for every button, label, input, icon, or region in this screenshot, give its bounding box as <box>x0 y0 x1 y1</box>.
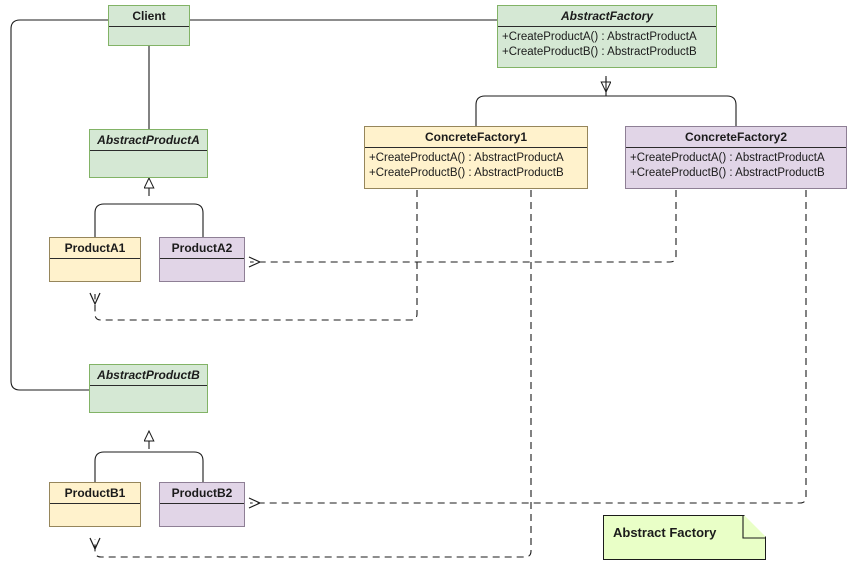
class-members-abstractproducta <box>90 151 207 177</box>
class-name-concretefactory2: ConcreteFactory2 <box>626 127 846 148</box>
class-name-abstractproducta: AbstractProductA <box>90 130 207 151</box>
class-members-abstractproductb <box>90 386 207 412</box>
edge-dep-concretefactory2-productb2 <box>248 190 807 509</box>
class-name-productb2: ProductB2 <box>160 483 244 504</box>
member-line: +CreateProductB() : AbstractProductB <box>369 167 564 179</box>
class-members-client <box>109 27 189 53</box>
class-name-abstractfactory: AbstractFactory <box>498 6 716 27</box>
class-box-productb1[interactable]: ProductB1 <box>49 482 141 527</box>
member-line: +CreateProductA() : AbstractProductA <box>369 152 564 164</box>
member-line: +CreateProductB() : AbstractProductB <box>630 167 825 179</box>
member-line: +CreateProductA() : AbstractProductA <box>630 152 825 164</box>
class-box-client[interactable]: Client <box>108 5 190 46</box>
class-box-abstractproductb[interactable]: AbstractProductB <box>89 364 208 413</box>
member-line: +CreateProductB() : AbstractProductB <box>502 46 697 58</box>
note-fold-corner-icon <box>744 515 766 537</box>
class-name-producta1: ProductA1 <box>50 238 140 259</box>
class-box-abstractfactory[interactable]: AbstractFactory +CreateProductA() : Abst… <box>497 5 717 68</box>
class-members-productb1 <box>50 504 140 530</box>
class-members-abstractfactory: +CreateProductA() : AbstractProductA +Cr… <box>498 27 716 63</box>
note-abstract-factory[interactable]: Abstract Factory <box>603 515 766 560</box>
class-name-abstractproductb: AbstractProductB <box>90 365 207 386</box>
class-name-productb1: ProductB1 <box>50 483 140 504</box>
class-name-producta2: ProductA2 <box>160 238 244 259</box>
class-members-concretefactory2: +CreateProductA() : AbstractProductA +Cr… <box>626 148 846 184</box>
edge-gen-tree-productb <box>94 451 204 482</box>
class-members-producta1 <box>50 259 140 285</box>
class-members-concretefactory1: +CreateProductA() : AbstractProductA +Cr… <box>365 148 587 184</box>
class-members-producta2 <box>160 259 244 285</box>
edge-client-abstractproductb <box>10 19 108 391</box>
edge-dep-concretefactory1-producta1 <box>89 190 418 321</box>
member-line: +CreateProductA() : AbstractProductA <box>502 31 697 43</box>
class-name-client: Client <box>109 6 189 27</box>
class-box-concretefactory1[interactable]: ConcreteFactory1 +CreateProductA() : Abs… <box>364 126 588 189</box>
class-name-concretefactory1: ConcreteFactory1 <box>365 127 587 148</box>
edge-gen-tree-producta <box>94 203 204 237</box>
class-box-producta1[interactable]: ProductA1 <box>49 237 141 282</box>
edge-dep-concretefactory2-producta2 <box>248 190 677 268</box>
edge-gen-tree-factories <box>475 78 737 129</box>
class-box-producta2[interactable]: ProductA2 <box>159 237 245 282</box>
note-label: Abstract Factory <box>613 525 717 540</box>
class-box-abstractproducta[interactable]: AbstractProductA <box>89 129 208 178</box>
uml-diagram-canvas: Client AbstractFactory +CreateProductA()… <box>0 0 859 575</box>
class-box-productb2[interactable]: ProductB2 <box>159 482 245 527</box>
class-members-productb2 <box>160 504 244 530</box>
class-box-concretefactory2[interactable]: ConcreteFactory2 +CreateProductA() : Abs… <box>625 126 847 189</box>
